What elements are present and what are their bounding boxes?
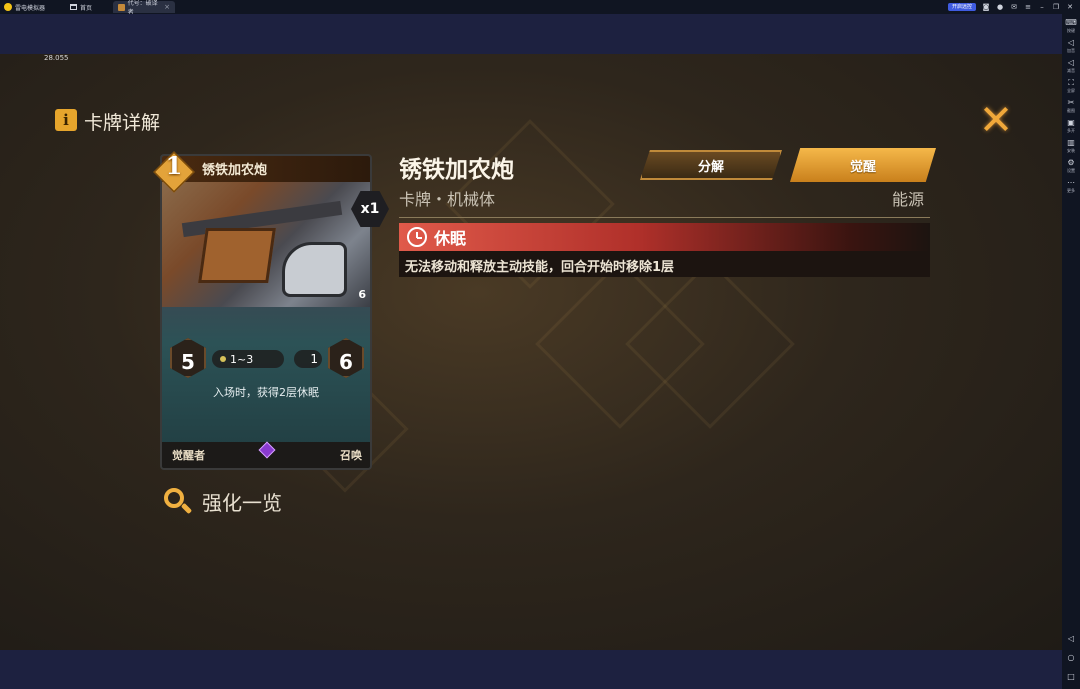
page-title: 卡牌详解 xyxy=(84,112,161,134)
remote-control-button[interactable]: 开启远控 xyxy=(947,3,976,11)
scissors-icon: ✂ xyxy=(1067,98,1075,107)
move-stat: 1 xyxy=(294,350,322,368)
health-stat: 6 xyxy=(328,338,364,378)
home-icon xyxy=(70,4,78,10)
decompose-button[interactable]: 分解 xyxy=(640,150,782,180)
status-effect-description: 无法移动和释放主动技能，回合开始时移除1层 xyxy=(405,260,675,275)
app-logo-icon xyxy=(4,3,12,11)
artwork-cannon xyxy=(282,242,347,297)
card-corner-value: 6 xyxy=(358,288,366,301)
restore-icon[interactable]: ❐ xyxy=(1052,3,1060,11)
menu-icon[interactable]: ≡ xyxy=(1024,3,1032,11)
home-circle-icon[interactable]: ○ xyxy=(1068,653,1075,662)
status-effect-header: 休眠 xyxy=(399,223,930,251)
card-stats: 5 1~3 1 6 xyxy=(162,338,370,380)
install-icon: ▥ xyxy=(1067,138,1075,147)
game-icon xyxy=(118,3,125,11)
artwork-armor xyxy=(198,228,276,283)
sidebar-label: 全屏 xyxy=(1067,88,1075,93)
window-titlebar: 雷电模拟器 首页 代号：破译者 × 开启远控 ◙ ● ✉ ≡ – ❐ ✕ xyxy=(0,0,1080,16)
card-cost: 1 xyxy=(165,150,183,180)
detail-title: 锈铁加农炮 xyxy=(399,157,514,183)
info-icon: i xyxy=(55,109,77,131)
sidebar-label: 多开 xyxy=(1067,128,1075,133)
settings-icon: ⚙ xyxy=(1067,158,1075,167)
detail-divider xyxy=(399,217,930,218)
range-icon xyxy=(220,356,226,362)
minimize-icon[interactable]: – xyxy=(1038,3,1046,11)
status-effect-name: 休眠 xyxy=(434,229,467,248)
range-stat: 1~3 xyxy=(212,350,284,368)
gamepad-icon[interactable]: ◙ xyxy=(982,3,990,11)
status-effect-panel: 休眠 无法移动和释放主动技能，回合开始时移除1层 xyxy=(399,223,930,277)
background-chevron xyxy=(625,259,795,429)
sidebar-item-keymap[interactable]: ⌨ 按键 xyxy=(1065,18,1077,34)
range-value: 1~3 xyxy=(230,352,254,366)
message-icon[interactable]: ✉ xyxy=(1010,3,1018,11)
tab-close-icon[interactable]: × xyxy=(164,3,170,11)
sidebar-item-settings[interactable]: ⚙ 设置 xyxy=(1067,158,1075,174)
volume-up-icon: ◁ xyxy=(1067,38,1075,47)
app-name: 雷电模拟器 xyxy=(15,4,46,12)
sidebar-item-volume-up[interactable]: ◁ 加音 xyxy=(1067,38,1075,54)
card-effect-text: 入场时，获得2层休眠 xyxy=(213,386,319,399)
fps-counter: 28.055 xyxy=(44,54,69,62)
close-panel-icon[interactable] xyxy=(983,106,1009,132)
detail-subtitle: 卡牌・机械体 xyxy=(399,190,496,209)
sidebar-label: 安装 xyxy=(1067,148,1075,153)
search-icon[interactable] xyxy=(164,488,193,516)
sidebar-item-more[interactable]: ⋯ 更多 xyxy=(1067,178,1075,194)
tab-home-label: 首页 xyxy=(80,4,93,12)
bottom-letterbox xyxy=(0,650,1062,689)
attack-stat: 5 xyxy=(170,338,206,378)
emulator-sidebar: ⌨ 按键 ◁ 加音 ◁ 减音 ⛶ 全屏 ✂ 截图 ▣ 多开 ▥ 安装 ⚙ 设置 … xyxy=(1062,14,1080,689)
close-window-icon[interactable]: ✕ xyxy=(1066,3,1074,11)
tab-home[interactable]: 首页 xyxy=(65,1,97,13)
sidebar-label: 按键 xyxy=(1066,28,1075,33)
card-artwork xyxy=(162,182,370,307)
sidebar-item-volume-down[interactable]: ◁ 减音 xyxy=(1067,58,1075,74)
sidebar-item-fullscreen[interactable]: ⛶ 全屏 xyxy=(1067,78,1075,94)
sidebar-item-multi[interactable]: ▣ 多开 xyxy=(1067,118,1075,134)
energy-label: 能源 xyxy=(892,190,925,209)
sidebar-label: 截图 xyxy=(1067,108,1075,113)
sidebar-label: 减音 xyxy=(1067,68,1075,73)
card-type: 觉醒者 xyxy=(172,449,205,462)
top-letterbox xyxy=(0,14,1062,54)
sidebar-label: 更多 xyxy=(1067,188,1075,193)
card-kind: 召唤 xyxy=(340,449,362,462)
sidebar-item-screenshot[interactable]: ✂ 截图 xyxy=(1067,98,1075,114)
sidebar-item-install[interactable]: ▥ 安装 xyxy=(1067,138,1075,154)
fullscreen-icon: ⛶ xyxy=(1068,78,1074,87)
more-icon: ⋯ xyxy=(1067,178,1075,187)
recent-apps-icon[interactable]: □ xyxy=(1067,672,1075,681)
sidebar-label: 设置 xyxy=(1067,168,1075,173)
enhance-list-link[interactable]: 强化一览 xyxy=(202,487,282,516)
multi-window-icon: ▣ xyxy=(1067,118,1075,127)
tab-game[interactable]: 代号：破译者 × xyxy=(113,0,176,16)
awaken-button[interactable]: 觉醒 xyxy=(790,148,936,182)
keyboard-icon: ⌨ xyxy=(1065,18,1077,27)
volume-down-icon: ◁ xyxy=(1067,58,1075,67)
clock-icon xyxy=(407,227,427,247)
back-icon[interactable]: ◁ xyxy=(1068,634,1074,643)
card-name: 锈铁加农炮 xyxy=(202,163,268,178)
sidebar-label: 加音 xyxy=(1067,48,1075,53)
account-icon[interactable]: ● xyxy=(996,3,1004,11)
game-viewport: 28.055 i 卡牌详解 锈铁加农炮 6 5 1~3 1 6 入场时，获得2层… xyxy=(0,54,1062,650)
card-preview: 锈铁加农炮 6 5 1~3 1 6 入场时，获得2层休眠 觉醒者 召唤 xyxy=(160,154,372,470)
